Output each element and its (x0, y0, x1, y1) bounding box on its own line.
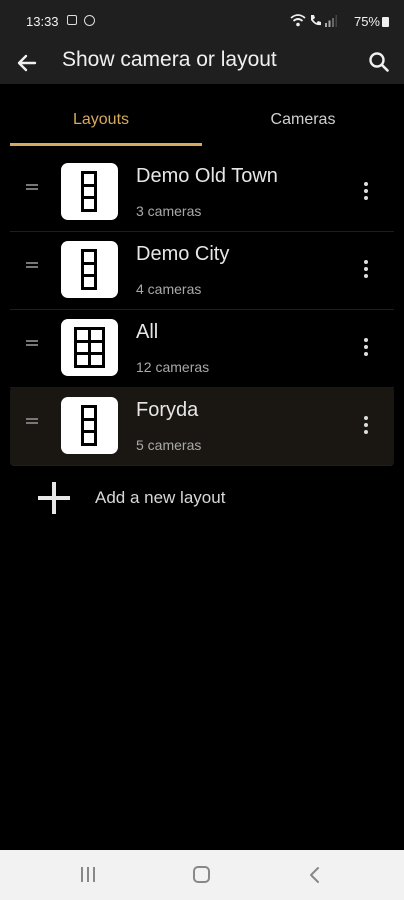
battery-percent: 75% (353, 14, 380, 29)
layout-grid-icon (61, 397, 118, 454)
page-title: Show camera or layout (62, 48, 277, 71)
tab-cameras-label: Cameras (270, 111, 336, 128)
status-bar: 13:33 75% (0, 0, 404, 44)
more-vert-icon[interactable] (354, 258, 378, 282)
tab-layouts[interactable]: Layouts (0, 84, 202, 148)
layout-camera-count: 3 cameras (136, 203, 202, 219)
layout-name: All (136, 321, 159, 343)
tab-bar: Layouts Cameras (0, 84, 404, 148)
drag-handle-icon[interactable] (26, 418, 38, 427)
wifi-icon (290, 14, 306, 27)
recents-icon[interactable] (79, 867, 97, 883)
back-icon[interactable] (306, 866, 324, 884)
list-item-selected[interactable]: Foryda 5 cameras (10, 387, 394, 466)
signal-icon (325, 15, 337, 27)
app-bar: Show camera or layout (0, 44, 404, 84)
call-icon (311, 15, 321, 26)
drag-handle-icon[interactable] (26, 262, 38, 271)
layout-grid-icon (61, 241, 118, 298)
system-nav-bar (0, 850, 404, 900)
list-item[interactable]: All 12 cameras (10, 309, 394, 388)
status-time: 13:33 (26, 14, 59, 29)
layout-grid-icon (61, 163, 118, 220)
plus-icon (38, 482, 70, 514)
add-layout-button[interactable]: Add a new layout (10, 470, 394, 526)
drag-handle-icon[interactable] (26, 184, 38, 193)
tab-layouts-label: Layouts (72, 111, 130, 128)
more-vert-icon[interactable] (354, 414, 378, 438)
more-vert-icon[interactable] (354, 336, 378, 360)
battery-icon (382, 17, 389, 27)
layout-grid-icon (61, 319, 118, 376)
layout-camera-count: 5 cameras (136, 437, 202, 453)
layout-camera-count: 12 cameras (136, 359, 210, 375)
layout-name: Foryda (136, 399, 199, 421)
more-vert-icon[interactable] (354, 180, 378, 204)
drag-handle-icon[interactable] (26, 340, 38, 349)
add-layout-label: Add a new layout (95, 488, 226, 507)
list-item[interactable]: Demo City 4 cameras (10, 231, 394, 310)
tab-cameras[interactable]: Cameras (202, 84, 404, 148)
active-tab-indicator (10, 143, 202, 146)
arrow-left-icon[interactable] (14, 50, 40, 76)
assistant-icon (84, 15, 95, 26)
image-icon (67, 15, 77, 25)
list-item[interactable]: Demo Old Town 3 cameras (10, 153, 394, 232)
search-icon[interactable] (366, 49, 392, 75)
layout-camera-count: 4 cameras (136, 281, 202, 297)
layout-name: Demo City (136, 243, 230, 265)
layout-name: Demo Old Town (136, 165, 278, 187)
home-icon[interactable] (193, 866, 210, 883)
